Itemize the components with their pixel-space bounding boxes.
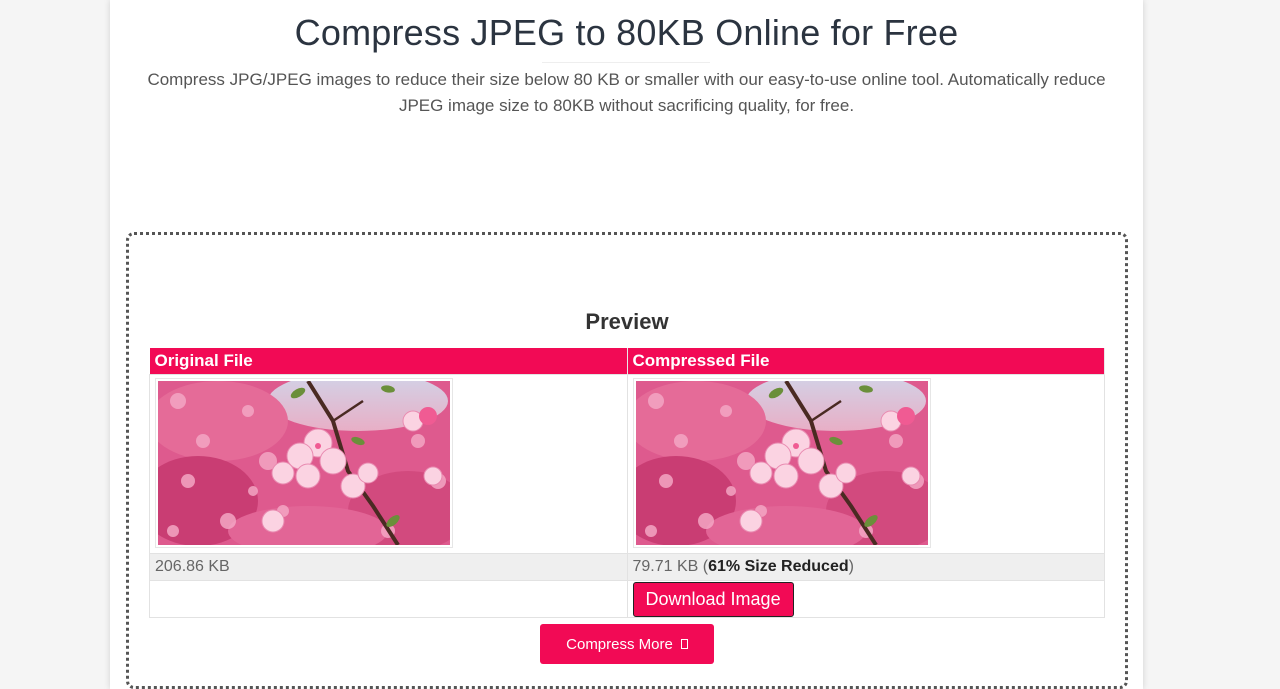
download-image-button[interactable]: Download Image (632, 582, 794, 617)
compress-more-label: Compress More (566, 635, 673, 653)
original-size: 206.86 KB (149, 553, 628, 581)
compress-more-button[interactable]: Compress More (540, 624, 714, 664)
download-cell: Download Image (626, 580, 1105, 618)
upload-dropzone[interactable]: Preview Original File Compressed File 20… (126, 232, 1128, 689)
empty-action-cell (149, 580, 628, 618)
table-header-row: Original File Compressed File (149, 348, 1105, 375)
title-divider (542, 62, 710, 63)
page-title: Compress JPEG to 80KB Online for Free (294, 12, 959, 53)
preview-heading: Preview (585, 309, 669, 334)
refresh-icon (680, 639, 688, 649)
original-file-header: Original File (149, 348, 628, 375)
page-card: Compress JPEG to 80KB Online for Free Co… (110, 0, 1143, 689)
compressed-size-suffix: ) (848, 558, 854, 575)
table-row-sizes: 206.86 KB 79.71 KB (61% Size Reduced) (149, 553, 1105, 581)
table-row-images (136, 369, 1105, 558)
table-row-actions: Download Image (149, 580, 1105, 618)
compressed-size-cell: 79.71 KB (61% Size Reduced) (626, 553, 1105, 581)
size-reduction: 61% Size Reduced (708, 558, 849, 575)
result-table: Original File Compressed File 206.86 KB … (136, 348, 1105, 618)
original-image (136, 369, 470, 558)
compressed-image-cell (613, 369, 1105, 558)
original-image-cell (136, 369, 628, 558)
compressed-file-header: Compressed File (627, 348, 1105, 375)
compressed-size: 79.71 KB ( (632, 558, 709, 575)
page-subtitle: Compress JPG/JPEG images to reduce their… (147, 70, 1106, 115)
compressed-image (613, 369, 948, 558)
